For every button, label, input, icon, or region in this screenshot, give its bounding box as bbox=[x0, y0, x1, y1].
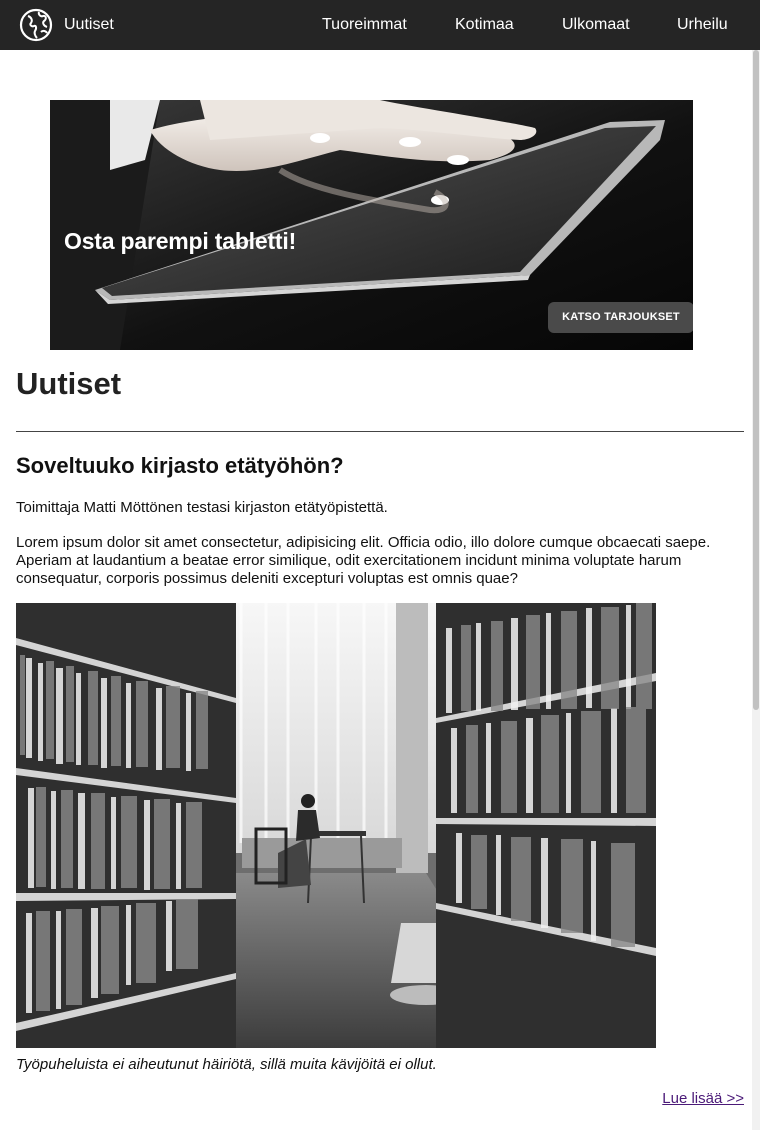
brand-link[interactable]: Uutiset bbox=[64, 0, 114, 50]
library-photo-image bbox=[16, 603, 656, 1048]
nav-link-kotimaa[interactable]: Kotimaa bbox=[455, 0, 514, 50]
ad-headline: Osta parempi tabletti! bbox=[64, 228, 297, 254]
nav-link-urheilu[interactable]: Urheilu bbox=[677, 0, 728, 50]
article-photo bbox=[16, 603, 656, 1048]
scrollbar[interactable] bbox=[752, 50, 760, 1130]
section-divider bbox=[16, 431, 744, 432]
article-body: Lorem ipsum dolor sit amet consectetur, … bbox=[16, 534, 711, 587]
ad-cta-button[interactable]: KATSO TARJOUKSET bbox=[548, 302, 693, 333]
article-title: Soveltuuko kirjasto etätyöhön? bbox=[16, 453, 344, 478]
article-byline: Toimittaja Matti Möttönen testasi kirjas… bbox=[16, 499, 388, 516]
nav-link-tuoreimmat[interactable]: Tuoreimmat bbox=[322, 0, 407, 50]
article-photo-caption: Työpuheluista ei aiheutunut häiriötä, si… bbox=[16, 1056, 437, 1073]
nav-link-ulkomaat[interactable]: Ulkomaat bbox=[562, 0, 630, 50]
scrollbar-thumb[interactable] bbox=[753, 50, 759, 710]
globe-icon[interactable] bbox=[19, 8, 53, 42]
top-navigation-bar: Uutiset Tuoreimmat Kotimaa Ulkomaat Urhe… bbox=[0, 0, 760, 50]
read-more-link[interactable]: Lue lisää >> bbox=[662, 1090, 744, 1107]
ad-banner[interactable]: Osta parempi tabletti! KATSO TARJOUKSET bbox=[50, 100, 693, 350]
page-title: Uutiset bbox=[16, 366, 122, 401]
